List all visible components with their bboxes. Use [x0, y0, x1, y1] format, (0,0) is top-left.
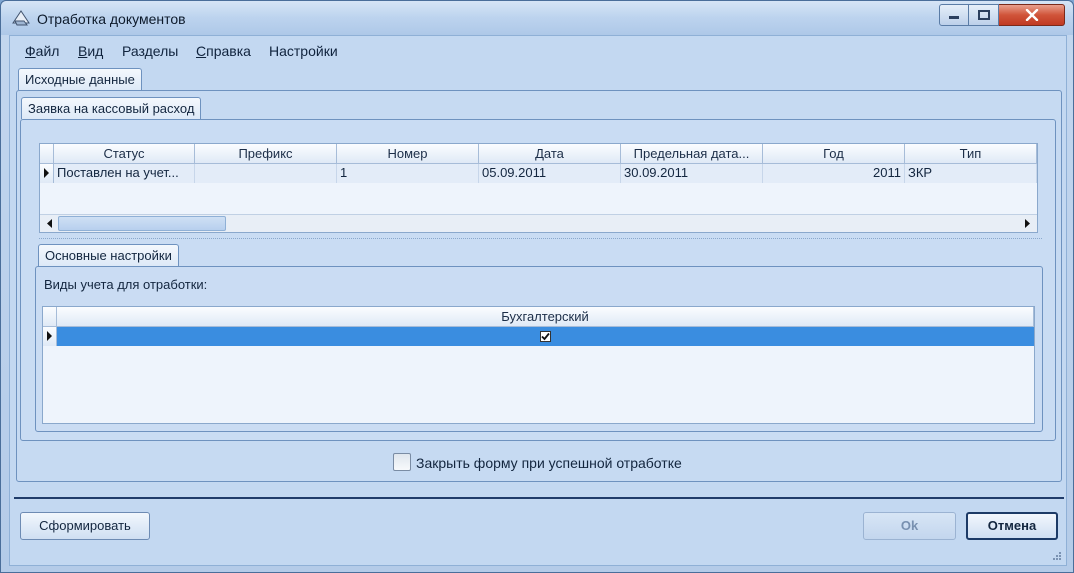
- menu-help[interactable]: Справка: [196, 43, 251, 59]
- menu-bar: Файл Вид Разделы Справка Настройки: [10, 38, 1066, 62]
- table-row[interactable]: [43, 327, 1034, 346]
- minimize-icon: [949, 16, 959, 19]
- documents-grid: Статус Префикс Номер Дата Предельная дат…: [39, 143, 1038, 233]
- column-date[interactable]: Дата: [479, 144, 621, 164]
- main-settings-panel: Виды учета для отработки: Бухгалтерский: [35, 266, 1043, 432]
- close-window-button[interactable]: [999, 4, 1065, 26]
- row-indicator: [40, 164, 54, 183]
- accounting-types-grid: Бухгалтерский: [42, 306, 1035, 424]
- current-row-arrow-icon: [47, 331, 52, 341]
- cell-date[interactable]: 05.09.2011: [479, 164, 621, 183]
- menu-sections[interactable]: Разделы: [122, 43, 178, 59]
- app-window: Отработка документов Файл Вид Разделы Сп…: [0, 0, 1074, 573]
- splitter[interactable]: [39, 238, 1042, 239]
- cell-accounting-selected[interactable]: [57, 327, 1034, 346]
- column-status[interactable]: Статус: [54, 144, 195, 164]
- client-area: Файл Вид Разделы Справка Настройки Исход…: [9, 35, 1067, 566]
- separator: [14, 497, 1064, 499]
- checkmark-icon: [541, 332, 550, 341]
- source-data-panel: Заявка на кассовый расход Статус Префикс…: [16, 90, 1062, 482]
- maximize-icon: [977, 10, 990, 20]
- row-indicator: [43, 327, 57, 346]
- column-type[interactable]: Тип: [905, 144, 1037, 164]
- accounting-checkbox[interactable]: [540, 331, 551, 342]
- header-corner: [40, 144, 54, 164]
- scroll-right-icon[interactable]: [1019, 215, 1035, 232]
- close-icon: [1025, 9, 1038, 21]
- scroll-left-icon[interactable]: [42, 215, 58, 232]
- menu-view[interactable]: Вид: [78, 43, 103, 59]
- app-icon: [12, 10, 30, 26]
- tab-cash-request[interactable]: Заявка на кассовый расход: [21, 97, 202, 119]
- cell-deadline[interactable]: 30.09.2011: [621, 164, 763, 183]
- cell-year[interactable]: 2011: [763, 164, 905, 183]
- cell-type[interactable]: ЗКР: [905, 164, 1037, 183]
- header-corner: [43, 307, 57, 327]
- tab-main-settings[interactable]: Основные настройки: [38, 244, 179, 266]
- accounting-types-label: Виды учета для отработки:: [44, 277, 208, 292]
- close-on-success-checkbox[interactable]: [393, 453, 411, 471]
- documents-grid-header: Статус Префикс Номер Дата Предельная дат…: [40, 144, 1037, 164]
- column-number[interactable]: Номер: [337, 144, 479, 164]
- current-row-arrow-icon: [44, 168, 49, 178]
- column-accounting[interactable]: Бухгалтерский: [57, 307, 1034, 327]
- menu-file[interactable]: Файл: [25, 43, 59, 59]
- cell-status[interactable]: Поставлен на учет...: [54, 164, 195, 183]
- documents-grid-hscroll[interactable]: [40, 214, 1037, 232]
- accounting-grid-header: Бухгалтерский: [43, 307, 1034, 327]
- scroll-thumb[interactable]: [58, 216, 226, 231]
- table-row[interactable]: Поставлен на учет... 1 05.09.2011 30.09.…: [40, 164, 1037, 183]
- minimize-button[interactable]: [939, 4, 969, 26]
- maximize-button[interactable]: [969, 4, 999, 26]
- window-title: Отработка документов: [37, 11, 186, 27]
- generate-button[interactable]: Сформировать: [20, 512, 150, 540]
- title-bar: Отработка документов: [1, 1, 1073, 35]
- ok-button[interactable]: Ok: [863, 512, 956, 540]
- menu-settings[interactable]: Настройки: [269, 43, 338, 59]
- cancel-button[interactable]: Отмена: [966, 512, 1058, 540]
- cash-request-panel: Статус Префикс Номер Дата Предельная дат…: [20, 119, 1056, 441]
- column-prefix[interactable]: Префикс: [195, 144, 337, 164]
- column-year[interactable]: Год: [763, 144, 905, 164]
- resize-grip-icon[interactable]: [1050, 551, 1062, 563]
- cell-number[interactable]: 1: [337, 164, 479, 183]
- cell-prefix[interactable]: [195, 164, 337, 183]
- column-deadline[interactable]: Предельная дата...: [621, 144, 763, 164]
- tab-source-data[interactable]: Исходные данные: [18, 68, 142, 90]
- close-on-success-label[interactable]: Закрыть форму при успешной отработке: [416, 455, 682, 471]
